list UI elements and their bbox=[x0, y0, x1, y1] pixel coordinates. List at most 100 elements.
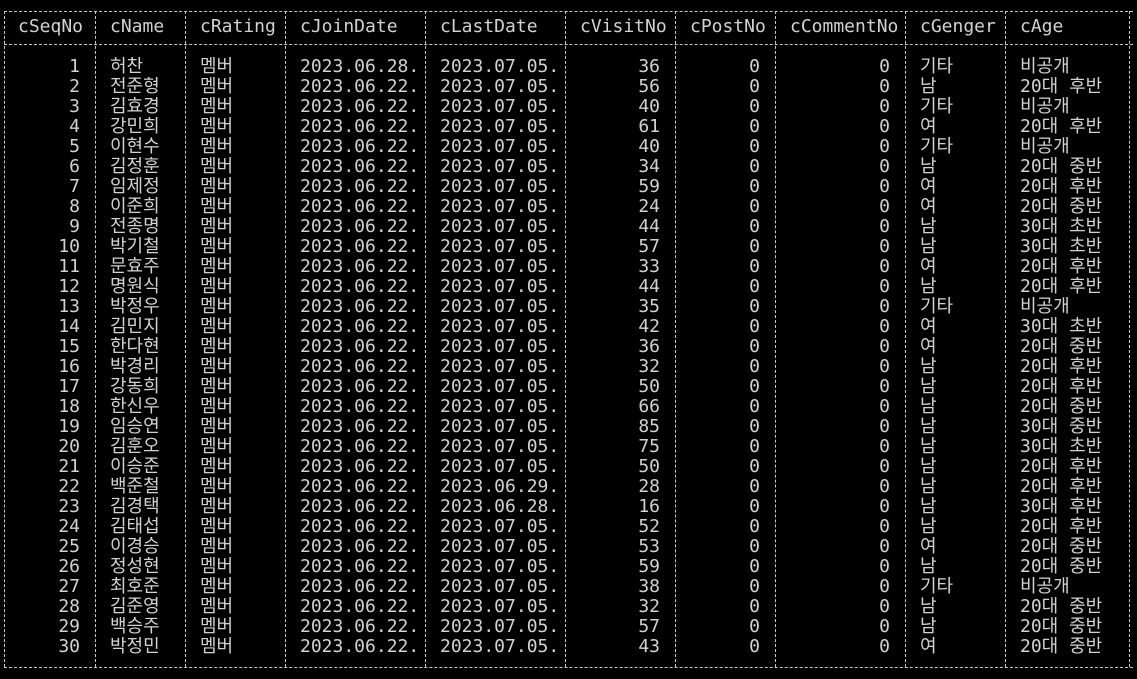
cell-join: 2023.06.22. bbox=[300, 217, 420, 237]
cell-post: 0 bbox=[749, 477, 760, 497]
cell-seq: 15 bbox=[58, 337, 80, 357]
cell-age: 20대 중반 bbox=[1020, 397, 1103, 417]
cell-rating: 멤버 bbox=[200, 357, 234, 377]
cell-seq: 30 bbox=[58, 637, 80, 657]
cell-gender: 기타 bbox=[920, 57, 954, 77]
cell-rating: 멤버 bbox=[200, 97, 234, 117]
cell-name: 박정우 bbox=[110, 297, 160, 317]
cell-post: 0 bbox=[749, 517, 760, 537]
cell-gender: 남 bbox=[920, 417, 937, 437]
cell-join: 2023.06.22. bbox=[300, 157, 420, 177]
cell-last: 2023.07.05. bbox=[440, 517, 560, 537]
cell-comment: 0 bbox=[879, 257, 890, 277]
cell-name: 김효경 bbox=[110, 97, 160, 117]
cell-age: 30대 후반 bbox=[1020, 497, 1103, 517]
cell-join: 2023.06.22. bbox=[300, 617, 420, 637]
cell-last: 2023.07.05. bbox=[440, 537, 560, 557]
cell-join: 2023.06.22. bbox=[300, 477, 420, 497]
cell-comment: 0 bbox=[879, 517, 890, 537]
cell-join: 2023.06.22. bbox=[300, 177, 420, 197]
cell-last: 2023.07.05. bbox=[440, 577, 560, 597]
cell-name: 명원식 bbox=[110, 277, 160, 297]
cell-post: 0 bbox=[749, 457, 760, 477]
cell-age: 20대 중반 bbox=[1020, 157, 1103, 177]
cell-visit: 43 bbox=[638, 637, 660, 657]
cell-seq: 5 bbox=[69, 137, 80, 157]
cell-seq: 11 bbox=[58, 257, 80, 277]
cell-rating: 멤버 bbox=[200, 117, 234, 137]
cell-post: 0 bbox=[749, 397, 760, 417]
cell-visit: 50 bbox=[638, 377, 660, 397]
cell-visit: 28 bbox=[638, 477, 660, 497]
cell-comment: 0 bbox=[879, 377, 890, 397]
cell-join: 2023.06.22. bbox=[300, 237, 420, 257]
cell-post: 0 bbox=[749, 217, 760, 237]
cell-gender: 남 bbox=[920, 597, 937, 617]
cell-visit: 61 bbox=[638, 117, 660, 137]
cell-join: 2023.06.22. bbox=[300, 537, 420, 557]
cell-seq: 27 bbox=[58, 577, 80, 597]
cell-age: 20대 중반 bbox=[1020, 537, 1103, 557]
cell-last: 2023.07.05. bbox=[440, 257, 560, 277]
cell-rating: 멤버 bbox=[200, 597, 234, 617]
cell-age: 20대 중반 bbox=[1020, 597, 1103, 617]
cell-seq: 17 bbox=[58, 377, 80, 397]
cell-post: 0 bbox=[749, 377, 760, 397]
cell-name: 한다현 bbox=[110, 337, 160, 357]
cell-gender: 남 bbox=[920, 217, 937, 237]
cell-post: 0 bbox=[749, 137, 760, 157]
column-header-comment: cCommentNo bbox=[790, 16, 899, 37]
cell-last: 2023.07.05. bbox=[440, 337, 560, 357]
header-divider bbox=[4, 44, 1133, 45]
cell-comment: 0 bbox=[879, 337, 890, 357]
cell-gender: 남 bbox=[920, 517, 937, 537]
cell-rating: 멤버 bbox=[200, 557, 234, 577]
table-top-border bbox=[4, 11, 1133, 12]
cell-rating: 멤버 bbox=[200, 77, 234, 97]
cell-name: 이준희 bbox=[110, 197, 160, 217]
cell-gender: 남 bbox=[920, 77, 937, 97]
column-separator bbox=[95, 11, 96, 667]
cell-seq: 14 bbox=[58, 317, 80, 337]
cell-visit: 59 bbox=[638, 557, 660, 577]
cell-join: 2023.06.22. bbox=[300, 77, 420, 97]
cell-rating: 멤버 bbox=[200, 437, 234, 457]
cell-gender: 남 bbox=[920, 457, 937, 477]
cell-rating: 멤버 bbox=[200, 137, 234, 157]
cell-seq: 4 bbox=[69, 117, 80, 137]
cell-post: 0 bbox=[749, 497, 760, 517]
cell-seq: 20 bbox=[58, 437, 80, 457]
cell-last: 2023.07.05. bbox=[440, 297, 560, 317]
cell-age: 20대 중반 bbox=[1020, 197, 1103, 217]
cell-name: 강동희 bbox=[110, 377, 160, 397]
column-header-join: cJoinDate bbox=[300, 16, 398, 37]
cell-visit: 24 bbox=[638, 197, 660, 217]
cell-gender: 남 bbox=[920, 557, 937, 577]
cell-comment: 0 bbox=[879, 357, 890, 377]
column-separator bbox=[775, 11, 776, 667]
cell-rating: 멤버 bbox=[200, 197, 234, 217]
column-separator bbox=[905, 11, 906, 667]
cell-join: 2023.06.22. bbox=[300, 297, 420, 317]
cell-visit: 59 bbox=[638, 177, 660, 197]
table-bottom-border bbox=[4, 667, 1133, 668]
column-separator bbox=[565, 11, 566, 667]
cell-rating: 멤버 bbox=[200, 497, 234, 517]
cell-comment: 0 bbox=[879, 297, 890, 317]
column-header-post: cPostNo bbox=[690, 16, 766, 37]
cell-rating: 멤버 bbox=[200, 337, 234, 357]
cell-seq: 1 bbox=[69, 57, 80, 77]
cell-post: 0 bbox=[749, 597, 760, 617]
cell-visit: 42 bbox=[638, 317, 660, 337]
cell-seq: 24 bbox=[58, 517, 80, 537]
cell-age: 20대 중반 bbox=[1020, 637, 1103, 657]
cell-comment: 0 bbox=[879, 397, 890, 417]
cell-join: 2023.06.22. bbox=[300, 257, 420, 277]
cell-visit: 33 bbox=[638, 257, 660, 277]
cell-join: 2023.06.22. bbox=[300, 377, 420, 397]
cell-comment: 0 bbox=[879, 617, 890, 637]
cell-visit: 75 bbox=[638, 437, 660, 457]
cell-rating: 멤버 bbox=[200, 457, 234, 477]
cell-visit: 32 bbox=[638, 357, 660, 377]
column-separator bbox=[675, 11, 676, 667]
